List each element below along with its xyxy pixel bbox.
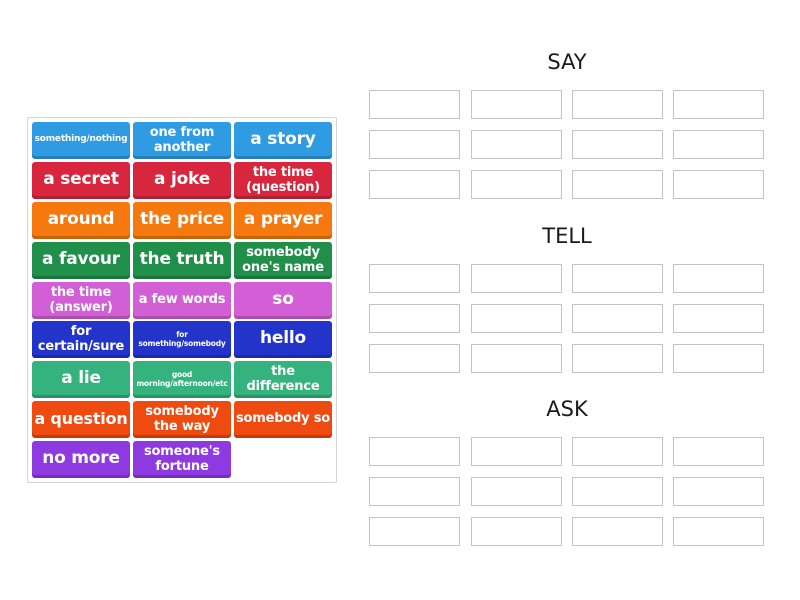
word-tile[interactable]: a question [32, 401, 130, 438]
word-tile-label: somebody the way [145, 403, 219, 434]
word-tile-label: the time (question) [246, 164, 320, 195]
drop-slot-tell[interactable] [673, 264, 764, 293]
drop-slot-say[interactable] [369, 130, 460, 159]
drop-slot-ask[interactable] [471, 477, 562, 506]
word-tile-label: the difference [246, 363, 320, 394]
word-tile-label: so [272, 289, 294, 309]
word-tile[interactable]: a secret [32, 162, 130, 199]
drop-slot-say[interactable] [369, 90, 460, 119]
word-tile[interactable]: a prayer [234, 202, 332, 239]
drop-slot-ask[interactable] [369, 517, 460, 546]
word-tile-label: a story [250, 129, 316, 149]
word-tile-label: one from another [149, 124, 215, 155]
drop-slot-say[interactable] [471, 170, 562, 199]
word-tile[interactable]: the price [133, 202, 231, 239]
word-tile[interactable]: one from another [133, 122, 231, 159]
word-tile[interactable]: for certain/sure [32, 321, 130, 358]
word-tile-label: the truth [139, 249, 225, 269]
word-tile[interactable]: somebody one's name [234, 242, 332, 279]
drop-slot-say[interactable] [673, 90, 764, 119]
drop-slot-tell[interactable] [673, 344, 764, 373]
word-tile[interactable]: the time (answer) [32, 282, 130, 319]
drop-slot-tell[interactable] [572, 344, 663, 373]
drop-slot-tell[interactable] [673, 304, 764, 333]
drop-slot-ask[interactable] [369, 437, 460, 466]
group-title-say: SAY [547, 50, 587, 74]
drop-slot-ask[interactable] [369, 477, 460, 506]
word-tile[interactable]: someone's fortune [133, 441, 231, 478]
word-tile[interactable]: around [32, 202, 130, 239]
word-tile-label: something/nothing [34, 134, 128, 144]
drop-slot-ask[interactable] [572, 477, 663, 506]
word-tile[interactable]: the time (question) [234, 162, 332, 199]
group-title-tell: TELL [542, 224, 592, 248]
word-tile[interactable]: somebody so [234, 401, 332, 438]
drop-slot-tell[interactable] [572, 264, 663, 293]
word-tile[interactable]: the truth [133, 242, 231, 279]
drop-slot-ask[interactable] [471, 517, 562, 546]
word-tile[interactable]: a joke [133, 162, 231, 199]
word-tile-label: the price [140, 209, 224, 229]
word-tile[interactable]: no more [32, 441, 130, 478]
word-tile-label: a joke [153, 169, 211, 189]
word-tile[interactable]: hello [234, 321, 332, 358]
word-tile-label: a prayer [243, 209, 323, 229]
word-tile[interactable]: the difference [234, 361, 332, 398]
word-tile-label: a lie [61, 368, 101, 388]
word-tile-label: a few words [138, 292, 226, 307]
word-tile[interactable]: so [234, 282, 332, 319]
word-tile[interactable]: somebody the way [133, 401, 231, 438]
drop-slot-say[interactable] [673, 130, 764, 159]
word-tile-label: the time (answer) [49, 284, 113, 315]
word-tile[interactable]: good morning/afternoon/etc [133, 361, 231, 398]
drop-slot-say[interactable] [572, 130, 663, 159]
drop-slot-tell[interactable] [369, 304, 460, 333]
word-tile-label: a question [34, 408, 128, 428]
group-title-ask: ASK [546, 397, 588, 421]
word-tile[interactable]: a story [234, 122, 332, 159]
drop-slot-ask[interactable] [471, 437, 562, 466]
word-tile[interactable]: a few words [133, 282, 231, 319]
drop-slot-say[interactable] [471, 90, 562, 119]
drop-slot-ask[interactable] [673, 437, 764, 466]
word-tile[interactable]: for something/somebody [133, 321, 231, 358]
word-tile-label: somebody so [235, 411, 331, 426]
word-tile-label: no more [42, 448, 120, 468]
word-tile-label: around [47, 209, 115, 229]
word-tile-label: a favour [42, 249, 120, 269]
word-tile-label: good morning/afternoon/etc [136, 369, 228, 388]
drop-slot-tell[interactable] [471, 264, 562, 293]
drop-slot-ask[interactable] [673, 477, 764, 506]
drop-slot-tell[interactable] [572, 304, 663, 333]
word-tile-label: hello [260, 328, 306, 348]
word-tile[interactable]: a lie [32, 361, 130, 398]
drop-slot-say[interactable] [572, 90, 663, 119]
word-tile[interactable]: something/nothing [32, 122, 130, 159]
word-tile-label: for certain/sure [37, 323, 125, 354]
drop-slot-say[interactable] [673, 170, 764, 199]
drop-slot-tell[interactable] [369, 344, 460, 373]
drop-slot-say[interactable] [369, 170, 460, 199]
word-tile-label: someone's fortune [144, 443, 220, 474]
drop-slot-tell[interactable] [369, 264, 460, 293]
drop-slot-say[interactable] [471, 130, 562, 159]
drop-slot-ask[interactable] [572, 437, 663, 466]
drop-slot-tell[interactable] [471, 304, 562, 333]
word-tile[interactable]: a favour [32, 242, 130, 279]
word-tile-label: for something/somebody [138, 329, 226, 348]
word-tile-label: somebody one's name [242, 244, 324, 275]
drop-slot-tell[interactable] [471, 344, 562, 373]
drop-slot-say[interactable] [572, 170, 663, 199]
drop-slot-ask[interactable] [572, 517, 663, 546]
word-tile-label: a secret [43, 169, 119, 189]
drop-slot-ask[interactable] [673, 517, 764, 546]
